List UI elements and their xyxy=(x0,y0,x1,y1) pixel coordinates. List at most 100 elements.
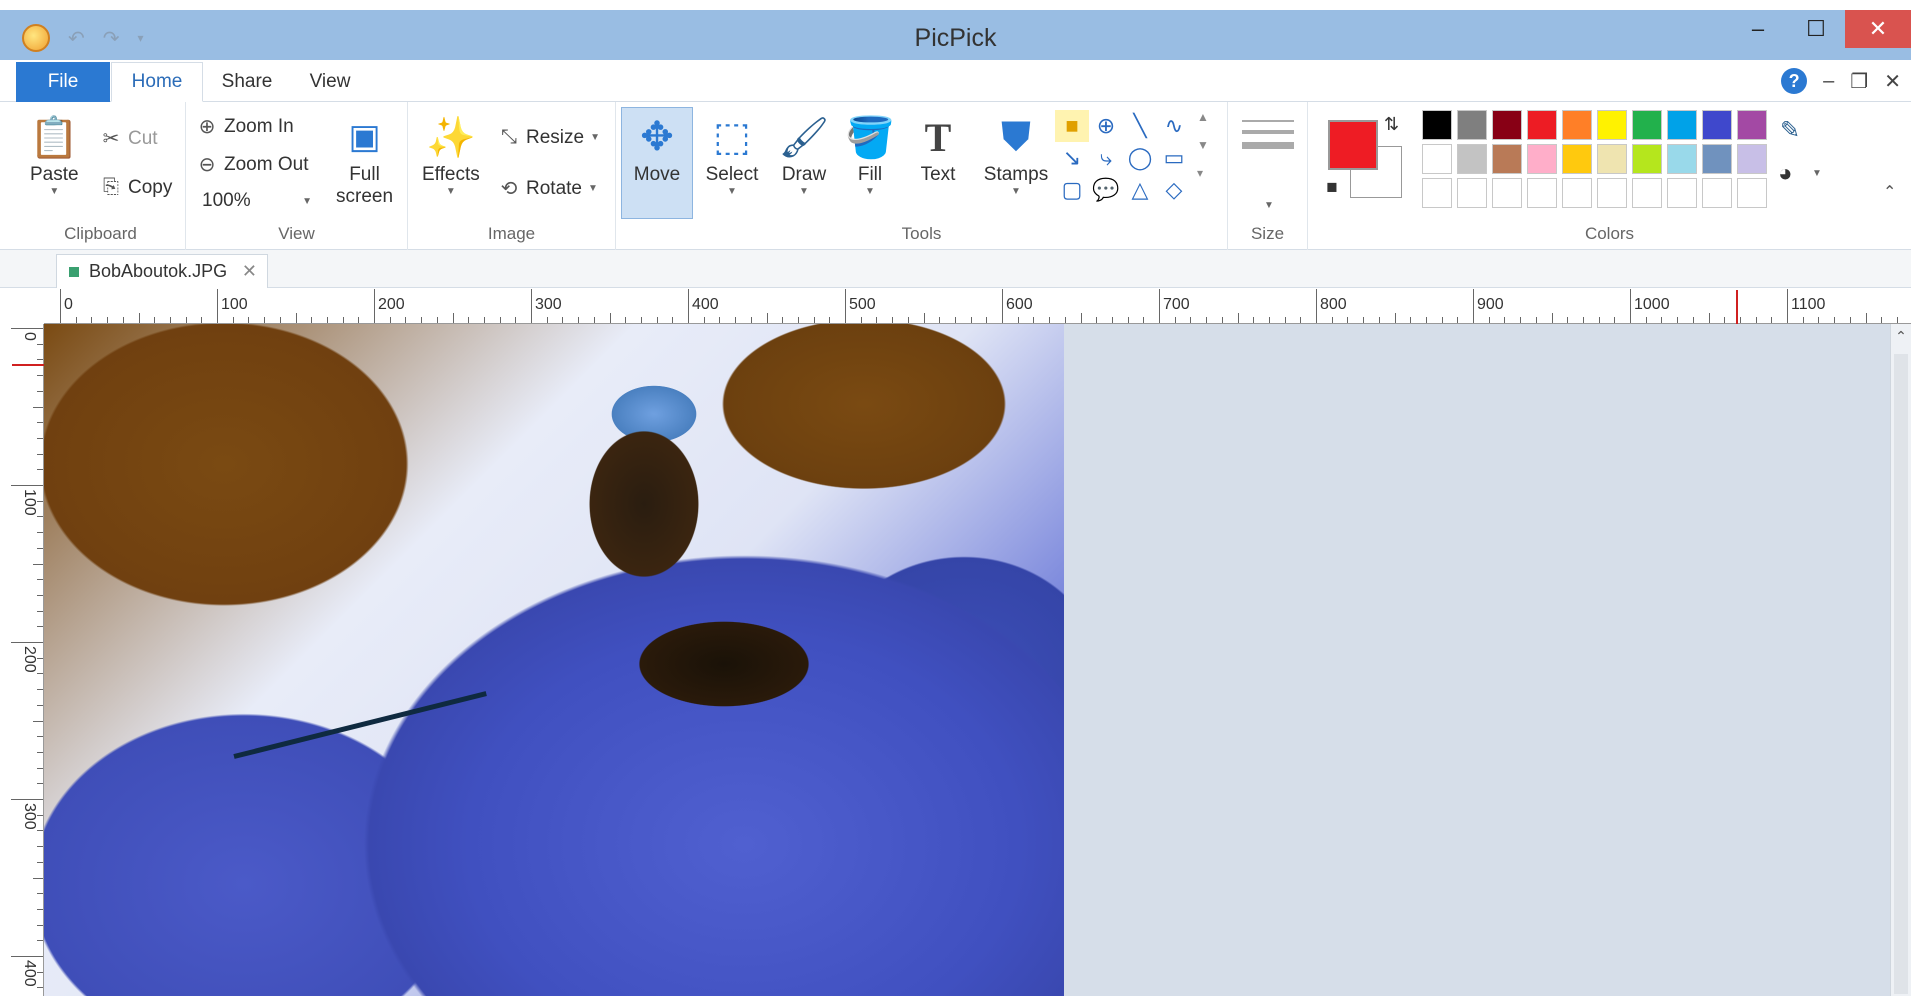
vertical-scrollbar[interactable]: ⌃ xyxy=(1890,324,1911,996)
zoom-dropdown-icon: ▼ xyxy=(302,195,312,207)
tab-share[interactable]: Share xyxy=(210,62,284,102)
palette-swatch[interactable] xyxy=(1457,110,1487,140)
shapes-scroll-down-icon[interactable]: ▼ xyxy=(1197,138,1217,152)
shapes-scroll-up-icon[interactable]: ▲ xyxy=(1197,110,1217,124)
copy-button[interactable]: ⎘ Copy xyxy=(100,176,172,199)
canvas-area[interactable] xyxy=(44,324,1890,996)
rounded-rectangle-shape-icon[interactable]: ▢ xyxy=(1055,174,1089,206)
speech-bubble-shape-icon[interactable]: 💬 xyxy=(1089,174,1123,206)
help-icon[interactable]: ? xyxy=(1781,68,1808,94)
tab-home[interactable]: Home xyxy=(111,62,203,102)
palette-swatch[interactable] xyxy=(1597,144,1627,174)
palette-swatch[interactable] xyxy=(1492,110,1522,140)
palette-swatch[interactable] xyxy=(1737,110,1767,140)
close-doc-icon[interactable]: ✕ xyxy=(1884,69,1901,94)
palette-swatch[interactable] xyxy=(1632,144,1662,174)
palette-swatch[interactable] xyxy=(1562,178,1592,208)
palette-swatch[interactable] xyxy=(1422,144,1452,174)
palette-swatch[interactable] xyxy=(1597,178,1627,208)
foreground-color-swatch[interactable] xyxy=(1328,120,1378,170)
effects-dropdown-icon[interactable]: ▼ xyxy=(446,186,456,197)
ruler-corner xyxy=(12,290,44,324)
palette-swatch[interactable] xyxy=(1632,178,1662,208)
collapse-ribbon-icon[interactable]: ⌃ xyxy=(1883,182,1896,202)
palette-swatch[interactable] xyxy=(1702,110,1732,140)
shapes-more-icon[interactable]: ▾ xyxy=(1197,166,1217,180)
palette-swatch[interactable] xyxy=(1527,178,1557,208)
palette-swatch[interactable] xyxy=(1422,110,1452,140)
palette-swatch[interactable] xyxy=(1457,144,1487,174)
palette-swatch[interactable] xyxy=(1562,144,1592,174)
curved-arrow-shape-icon[interactable]: ⤷ xyxy=(1089,142,1123,174)
image-file-icon xyxy=(69,266,79,277)
crosshair-shape-icon[interactable]: ⊕ xyxy=(1089,110,1123,142)
select-tool-button[interactable]: ⬚ Select ▼ xyxy=(700,114,764,197)
scroll-up-icon[interactable]: ⌃ xyxy=(1891,328,1911,345)
palette-swatch[interactable] xyxy=(1667,178,1697,208)
palette-swatch[interactable] xyxy=(1562,110,1592,140)
tab-view[interactable]: View xyxy=(295,62,365,102)
palette-swatch[interactable] xyxy=(1737,178,1767,208)
maximize-button[interactable]: ☐ xyxy=(1787,10,1845,48)
document-tab[interactable]: BobAboutok.JPG ✕ xyxy=(56,254,268,288)
minimize-button[interactable]: – xyxy=(1729,10,1787,48)
cut-label: Cut xyxy=(128,127,158,149)
palette-swatch[interactable] xyxy=(1702,144,1732,174)
palette-swatch[interactable] xyxy=(1527,110,1557,140)
color-more-dropdown-icon[interactable]: ▼ xyxy=(1812,168,1822,179)
draw-tool-button[interactable]: 🖌 Draw ▼ xyxy=(772,114,836,198)
vertical-cursor-marker xyxy=(12,364,44,366)
ellipse-shape-icon[interactable]: ◯ xyxy=(1123,142,1157,174)
stamps-tool-button[interactable]: ⛊ Stamps ▼ xyxy=(976,114,1056,198)
zoom-out-icon: ⊖ xyxy=(198,154,216,176)
diamond-shape-icon[interactable]: ◇ xyxy=(1157,174,1191,206)
rectangle-shape-icon[interactable]: ▭ xyxy=(1157,142,1191,174)
cut-button[interactable]: ✂ Cut xyxy=(100,126,158,151)
palette-swatch[interactable] xyxy=(1422,178,1452,208)
eyedropper-icon[interactable]: ✎ xyxy=(1780,116,1800,145)
palette-swatch[interactable] xyxy=(1667,110,1697,140)
palette-swatch[interactable] xyxy=(1667,144,1697,174)
curve-shape-icon[interactable]: ∿ xyxy=(1157,110,1191,142)
line-shape-icon[interactable]: ╲ xyxy=(1123,110,1157,142)
palette-swatch[interactable] xyxy=(1492,144,1522,174)
tab-file[interactable]: File xyxy=(16,62,110,102)
zoom-level-select[interactable]: 100% ▼ xyxy=(202,190,312,212)
scrollbar-thumb[interactable] xyxy=(1894,354,1908,994)
palette-swatch[interactable] xyxy=(1702,178,1732,208)
zoom-in-button[interactable]: ⊕ Zoom In xyxy=(196,114,294,139)
close-button[interactable]: ✕ xyxy=(1845,10,1911,48)
close-tab-icon[interactable]: ✕ xyxy=(242,261,257,282)
effects-button[interactable]: ✨ Effects ▼ xyxy=(422,114,480,198)
minimize-doc-icon[interactable]: – xyxy=(1823,70,1834,93)
size-dropdown-icon[interactable]: ▼ xyxy=(1264,200,1274,211)
restore-doc-icon[interactable]: ❐ xyxy=(1850,69,1868,94)
line-size-icon[interactable] xyxy=(1242,120,1294,149)
screen-label: screen xyxy=(336,186,394,207)
resize-button[interactable]: ⤡ Resize ▼ xyxy=(498,126,600,149)
palette-swatch[interactable] xyxy=(1492,178,1522,208)
move-tool-button[interactable]: ✥ Move xyxy=(621,107,693,219)
zoom-out-button[interactable]: ⊖ Zoom Out xyxy=(196,152,309,177)
color-wheel-icon[interactable]: ◕ xyxy=(1778,160,1793,188)
rotate-button[interactable]: ⟲ Rotate ▼ xyxy=(498,176,598,201)
arrow-shape-icon[interactable]: ↘ xyxy=(1055,142,1089,174)
full-screen-button[interactable]: ▣ Full screen xyxy=(336,114,393,208)
triangle-shape-icon[interactable]: △ xyxy=(1123,174,1157,206)
fill-tool-button[interactable]: 🪣 Fill ▼ xyxy=(838,114,902,198)
palette-swatch[interactable] xyxy=(1737,144,1767,174)
paste-button[interactable]: 📋 Paste ▼ xyxy=(29,114,79,198)
full-label: Full xyxy=(349,164,380,185)
rectangle-highlight-shape-icon[interactable]: ■ xyxy=(1055,110,1089,142)
swap-colors-icon[interactable]: ⇅ xyxy=(1384,114,1399,135)
palette-swatch[interactable] xyxy=(1457,178,1487,208)
palette-swatch[interactable] xyxy=(1527,144,1557,174)
reset-colors-icon[interactable]: ◼ xyxy=(1326,178,1338,195)
palette-swatch[interactable] xyxy=(1632,110,1662,140)
palette-swatch[interactable] xyxy=(1597,110,1627,140)
ruler-label: 300 xyxy=(21,803,38,830)
image-canvas[interactable] xyxy=(44,324,1064,996)
text-tool-button[interactable]: T Text xyxy=(906,114,970,186)
text-label: Text xyxy=(920,164,956,185)
paste-dropdown-icon[interactable]: ▼ xyxy=(49,186,59,197)
